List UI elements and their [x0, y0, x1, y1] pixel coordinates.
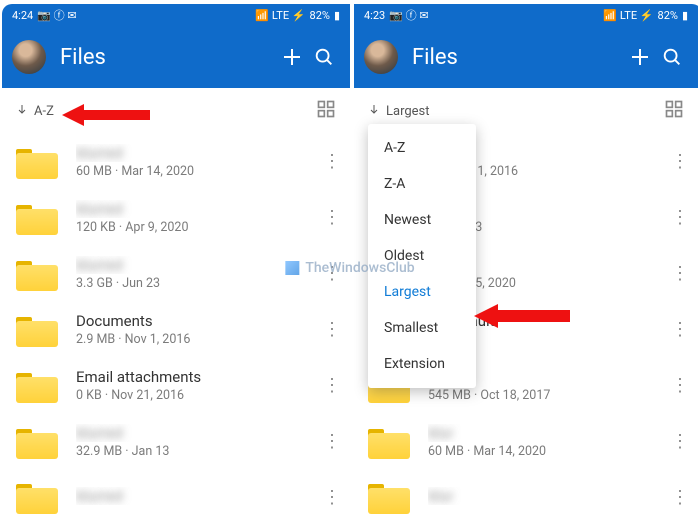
file-meta: 545 MB · Oct 18, 2017 — [428, 388, 668, 403]
sort-arrow-icon — [16, 103, 28, 119]
more-button[interactable]: ⋮ — [668, 263, 692, 284]
status-bar: 4:23 📷 ⓕ ✉ 📶 LTE ⚡ 82% ▮ — [354, 4, 698, 26]
add-button[interactable] — [624, 41, 656, 73]
file-row[interactable]: Email attachments 0 KB · Nov 21, 2016⋮ — [2, 358, 350, 414]
folder-icon — [368, 480, 410, 514]
sort-label: Largest — [386, 104, 430, 119]
file-name: Documents — [76, 312, 320, 330]
file-meta: 32.9 MB · Jan 13 — [76, 444, 320, 459]
more-button[interactable]: ⋮ — [320, 375, 344, 396]
more-button[interactable]: ⋮ — [668, 431, 692, 452]
sort-option[interactable]: Smallest — [368, 310, 476, 346]
avatar[interactable] — [364, 40, 398, 74]
more-button[interactable]: ⋮ — [320, 151, 344, 172]
folder-icon — [368, 425, 410, 459]
status-time: 4:23 — [364, 9, 385, 22]
status-battery: 82% — [310, 9, 330, 22]
sort-option[interactable]: Z-A — [368, 166, 476, 202]
avatar[interactable] — [12, 40, 46, 74]
file-meta: 2.9 MB · Nov 1, 2016 — [76, 332, 320, 347]
status-battery: 82% — [658, 9, 678, 22]
file-row[interactable]: blur⋮ — [354, 470, 698, 524]
folder-icon — [16, 369, 58, 403]
phone-right: 4:23 📷 ⓕ ✉ 📶 LTE ⚡ 82% ▮ Files Largest — [350, 4, 698, 524]
sort-menu: A-ZZ-ANewestOldestLargestSmallestExtensi… — [368, 124, 476, 388]
file-row[interactable]: blur 60 MB · Mar 14, 2020⋮ — [354, 414, 698, 470]
file-name: blurred — [76, 256, 320, 274]
file-name: blur — [428, 487, 668, 505]
page-title: Files — [412, 45, 624, 70]
app-bar: Files — [2, 26, 350, 88]
more-button[interactable]: ⋮ — [320, 487, 344, 508]
sort-option[interactable]: Oldest — [368, 238, 476, 274]
page-title: Files — [60, 45, 276, 70]
search-button[interactable] — [308, 41, 340, 73]
more-button[interactable]: ⋮ — [668, 487, 692, 508]
file-row[interactable]: blurred 60 MB · Mar 14, 2020⋮ — [2, 134, 350, 190]
more-button[interactable]: ⋮ — [320, 431, 344, 452]
more-button[interactable]: ⋮ — [668, 319, 692, 340]
phone-left: 4:24 📷 ⓕ ✉ 📶 LTE ⚡ 82% ▮ Files A-Z — [2, 4, 350, 524]
file-list: blurred60 MB · Mar 14, 2020⋮blurred120 K… — [2, 134, 350, 524]
more-button[interactable]: ⋮ — [320, 207, 344, 228]
file-name: blur — [428, 424, 668, 442]
sort-label: A-Z — [34, 104, 54, 119]
file-meta: 120 KB · Apr 9, 2020 — [76, 220, 320, 235]
file-meta: 60 MB · Mar 14, 2020 — [76, 164, 320, 179]
file-row[interactable]: blurred 3.3 GB · Jun 23⋮ — [2, 246, 350, 302]
sort-arrow-icon — [368, 103, 380, 119]
status-time: 4:24 — [12, 9, 33, 22]
more-button[interactable]: ⋮ — [668, 375, 692, 396]
file-name: blurred — [76, 200, 320, 218]
sort-option[interactable]: A-Z — [368, 130, 476, 166]
folder-icon — [16, 257, 58, 291]
file-row[interactable]: blurred 120 KB · Apr 9, 2020⋮ — [2, 190, 350, 246]
annotation-arrow — [474, 302, 574, 330]
sort-bar[interactable]: A-Z — [2, 88, 350, 134]
more-button[interactable]: ⋮ — [320, 319, 344, 340]
file-row[interactable]: Documents 2.9 MB · Nov 1, 2016⋮ — [2, 302, 350, 358]
sort-option[interactable]: Extension — [368, 346, 476, 382]
add-button[interactable] — [276, 41, 308, 73]
file-name: blurred — [76, 144, 320, 162]
folder-icon — [16, 201, 58, 235]
file-meta: 3.3 GB · Jun 23 — [76, 276, 320, 291]
file-meta: 60 MB · Mar 14, 2020 — [428, 444, 668, 459]
more-button[interactable]: ⋮ — [668, 207, 692, 228]
sort-option[interactable]: Largest — [368, 274, 476, 310]
folder-icon — [16, 313, 58, 347]
file-meta: 0 KB · Nov 21, 2016 — [76, 388, 320, 403]
grid-view-icon[interactable] — [664, 99, 684, 123]
search-button[interactable] — [656, 41, 688, 73]
file-row[interactable]: blurred 32.9 MB · Jan 13⋮ — [2, 414, 350, 470]
folder-icon — [16, 425, 58, 459]
more-button[interactable]: ⋮ — [320, 263, 344, 284]
folder-icon — [16, 145, 58, 179]
app-bar: Files — [354, 26, 698, 88]
annotation-arrow — [62, 102, 152, 128]
status-bar: 4:24 📷 ⓕ ✉ 📶 LTE ⚡ 82% ▮ — [2, 4, 350, 26]
grid-view-icon[interactable] — [316, 99, 336, 123]
file-row[interactable]: blurred⋮ — [2, 470, 350, 524]
file-name: blurred — [76, 487, 320, 505]
more-button[interactable]: ⋮ — [668, 151, 692, 172]
file-name: blurred — [76, 424, 320, 442]
sort-option[interactable]: Newest — [368, 202, 476, 238]
folder-icon — [16, 480, 58, 514]
file-name: Email attachments — [76, 368, 320, 386]
